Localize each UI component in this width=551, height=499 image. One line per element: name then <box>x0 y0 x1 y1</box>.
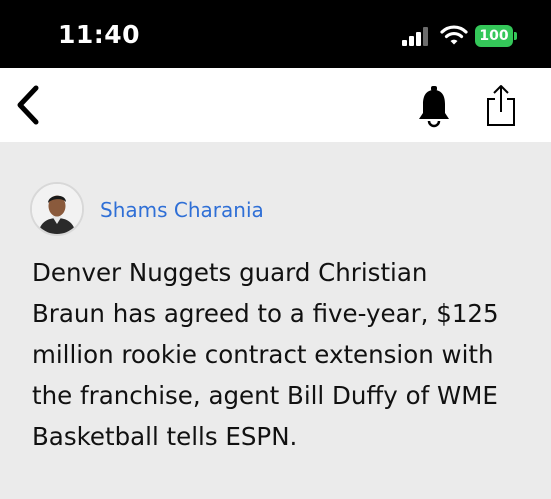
avatar[interactable] <box>30 182 84 236</box>
post-text-line: million rookie contract extension with <box>32 340 494 369</box>
chevron-left-icon[interactable] <box>12 82 46 128</box>
post-text: Denver Nuggets guard Christian Braun has… <box>32 252 532 457</box>
author-name-link[interactable]: Shams Charania <box>100 198 264 222</box>
person-avatar-icon <box>32 184 82 234</box>
post-text-line: Braun has agreed to a five-year, $125 <box>32 299 499 328</box>
post-text-line: Denver Nuggets guard Christian <box>32 258 428 287</box>
battery-icon: 100 <box>475 25 513 47</box>
battery-tip <box>514 32 517 40</box>
status-time: 11:40 <box>58 20 141 49</box>
share-icon[interactable] <box>484 82 518 128</box>
post-text-line: the franchise, agent Bill Duffy of WME <box>32 381 498 410</box>
nav-bar <box>0 68 551 142</box>
bell-icon[interactable] <box>416 84 452 128</box>
cellular-signal-icon <box>402 26 432 46</box>
post-text-line: Basketball tells ESPN. <box>32 422 298 451</box>
post-card: Shams Charania Denver Nuggets guard Chri… <box>0 142 551 499</box>
wifi-icon <box>440 25 468 45</box>
battery-level: 100 <box>479 28 509 44</box>
status-bar: 11:40 100 <box>0 0 551 68</box>
